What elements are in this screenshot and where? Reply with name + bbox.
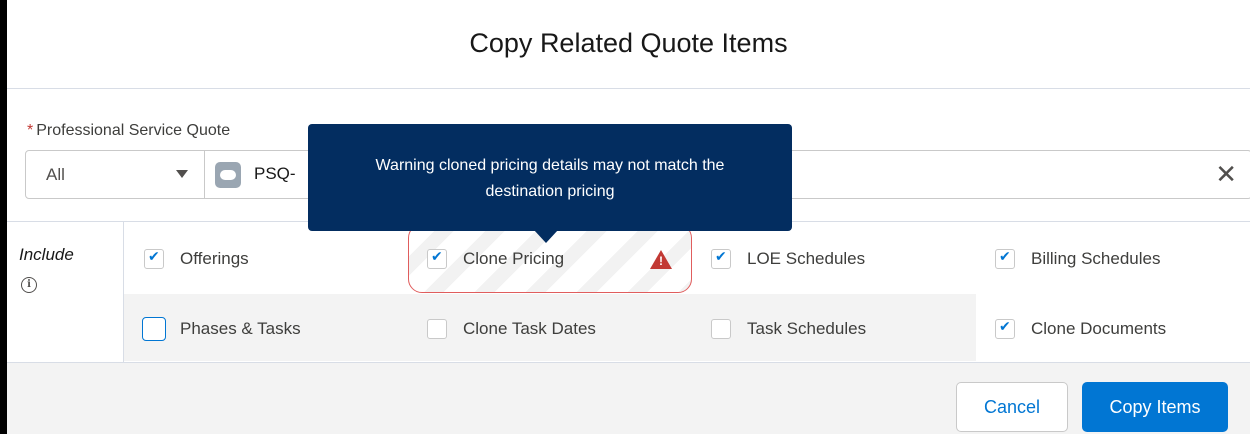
checkbox-loe-schedules[interactable] xyxy=(711,249,731,269)
option-label: LOE Schedules xyxy=(747,249,866,268)
option-label: Clone Pricing xyxy=(463,249,565,268)
selected-quote: PSQ- xyxy=(254,164,296,183)
warning-icon-mark: ! xyxy=(659,254,663,268)
include-divider xyxy=(123,221,124,362)
option-label: Offerings xyxy=(180,249,249,268)
option-label: Phases & Tasks xyxy=(180,319,301,338)
clear-selection-icon[interactable]: ✕ xyxy=(1215,161,1237,187)
scope-value: All xyxy=(46,165,65,184)
option-clone-documents[interactable]: Clone Documents xyxy=(995,314,1166,344)
info-icon[interactable]: i xyxy=(21,277,37,293)
checkbox-phases-tasks[interactable] xyxy=(142,317,166,341)
quote-field-label-text: Professional Service Quote xyxy=(36,122,231,139)
option-billing-schedules[interactable]: Billing Schedules xyxy=(995,244,1160,274)
tooltip-line-2: destination pricing xyxy=(485,183,615,200)
required-marker: * xyxy=(27,122,34,139)
option-clone-task-dates[interactable]: Clone Task Dates xyxy=(427,314,596,344)
checkbox-offerings[interactable] xyxy=(144,249,164,269)
copy-items-button[interactable]: Copy Items xyxy=(1082,382,1228,432)
copy-items-modal: Copy Related Quote Items * Professional S… xyxy=(7,0,1250,434)
pricing-warning-tooltip: Warning cloned pricing details may not m… xyxy=(308,124,792,231)
option-clone-pricing[interactable]: Clone Pricing xyxy=(427,244,564,274)
tooltip-line-1: Warning cloned pricing details may not m… xyxy=(375,157,725,174)
option-loe-schedules[interactable]: LOE Schedules xyxy=(711,244,865,274)
tooltip-pointer xyxy=(534,230,558,243)
checkbox-task-schedules[interactable] xyxy=(711,319,731,339)
option-offerings[interactable]: Offerings xyxy=(144,244,249,274)
checkbox-clone-documents[interactable] xyxy=(995,319,1015,339)
scope-select[interactable]: All xyxy=(26,151,205,198)
include-label: Include xyxy=(19,245,74,264)
quote-record-icon xyxy=(215,162,241,188)
checkbox-clone-pricing[interactable] xyxy=(427,249,447,269)
checkbox-billing-schedules[interactable] xyxy=(995,249,1015,269)
modal-header: Copy Related Quote Items xyxy=(7,0,1250,89)
modal-title: Copy Related Quote Items xyxy=(469,27,788,58)
option-phases-tasks[interactable]: Phases & Tasks xyxy=(142,314,301,344)
checkbox-clone-task-dates[interactable] xyxy=(427,319,447,339)
cancel-button[interactable]: Cancel xyxy=(956,382,1068,432)
caret-down-icon xyxy=(176,170,188,178)
option-label: Clone Task Dates xyxy=(463,319,596,338)
option-label: Billing Schedules xyxy=(1031,249,1161,268)
option-label: Task Schedules xyxy=(747,319,867,338)
option-task-schedules[interactable]: Task Schedules xyxy=(711,314,866,344)
option-label: Clone Documents xyxy=(1031,319,1167,338)
quote-field-label: * Professional Service Quote xyxy=(27,122,230,140)
